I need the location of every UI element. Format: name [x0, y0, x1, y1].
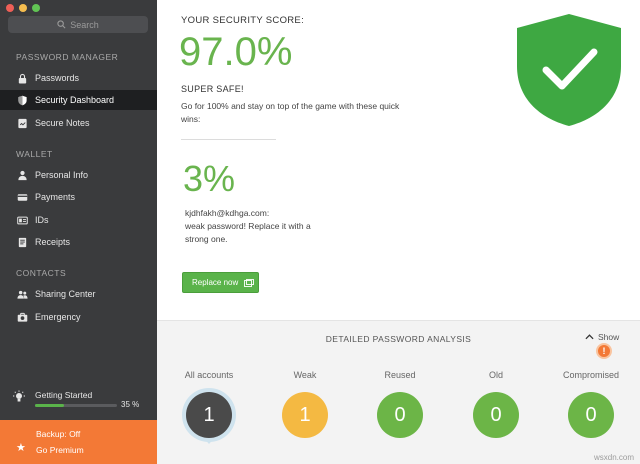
star-icon: ★	[16, 442, 26, 454]
metric-count: 0	[473, 392, 519, 438]
analysis-title: DETAILED PASSWORD ANALYSIS	[325, 334, 472, 344]
watermark: wsxdn.com	[593, 453, 634, 462]
security-status: SUPER SAFE!	[181, 84, 244, 94]
window-icon	[244, 278, 255, 287]
sidebar-item-label: Passwords	[35, 73, 80, 83]
metric-weak[interactable]: Weak 1	[265, 370, 345, 438]
person-icon	[16, 169, 28, 181]
metric-label: Reused	[384, 370, 416, 380]
metric-count: 1	[186, 392, 232, 438]
sidebar-item-label: Emergency	[35, 312, 81, 322]
metric-count: 0	[568, 392, 614, 438]
sidebar-item-label: Personal Info	[35, 170, 89, 180]
people-icon	[16, 288, 28, 300]
sidebar-item-label: Payments	[35, 192, 76, 202]
progress-fill	[35, 404, 64, 407]
sidebar-item-passwords[interactable]: Passwords	[0, 68, 157, 88]
sidebar-item-security-dashboard[interactable]: Security Dashboard	[0, 90, 157, 110]
id-card-icon	[16, 214, 28, 226]
metric-reused[interactable]: Reused 0	[360, 370, 440, 438]
sidebar-item-secure-notes[interactable]: Secure Notes	[0, 113, 157, 133]
sidebar-item-label: IDs	[35, 215, 49, 225]
show-label: Show	[598, 332, 620, 342]
lock-icon	[16, 72, 28, 84]
section-wallet: WALLET	[16, 149, 53, 159]
zoom-window-button[interactable]	[32, 4, 40, 12]
quick-win-message: weak password! Replace it with a strong …	[185, 221, 311, 244]
metric-label: Compromised	[562, 370, 620, 380]
quick-win-percent: 3%	[183, 158, 236, 199]
getting-started-progress-bar	[35, 404, 117, 407]
receipt-icon	[16, 236, 28, 248]
sidebar-item-ids[interactable]: IDs	[0, 210, 157, 230]
main-content: YOUR SECURITY SCORE: 97.0% SUPER SAFE! G…	[157, 0, 640, 464]
divider	[181, 139, 276, 140]
security-score-value: 97.0%	[179, 30, 293, 74]
backup-status: Backup: Off	[36, 429, 81, 439]
getting-started[interactable]: Getting Started 35 %	[0, 384, 157, 420]
sidebar-item-receipts[interactable]: Receipts	[0, 232, 157, 252]
sidebar-item-sharing-center[interactable]: Sharing Center	[0, 284, 157, 304]
metric-label: Old	[488, 370, 503, 380]
section-password-manager: PASSWORD MANAGER	[16, 52, 119, 62]
show-toggle[interactable]: Show	[585, 332, 619, 342]
metric-compromised[interactable]: Compromised 0	[551, 370, 631, 438]
metric-label: Weak	[293, 370, 317, 380]
getting-started-percent: 35 %	[121, 400, 140, 409]
alert-badge-icon[interactable]: !	[596, 343, 612, 359]
chevron-up-icon	[585, 334, 594, 340]
sidebar-item-label: Sharing Center	[35, 289, 96, 299]
metric-count: 0	[377, 392, 423, 438]
go-premium-button[interactable]: Backup: Off ★ Go Premium	[0, 420, 157, 464]
sidebar-item-emergency[interactable]: Emergency	[0, 307, 157, 327]
getting-started-label: Getting Started	[35, 390, 93, 400]
metric-label: All accounts	[184, 370, 234, 380]
password-analysis-panel: DETAILED PASSWORD ANALYSIS Show ! All ac…	[157, 320, 640, 464]
credit-card-icon	[16, 191, 28, 203]
lightbulb-icon	[13, 390, 25, 402]
section-contacts: CONTACTS	[16, 268, 67, 278]
quick-win-description: kjdhfakh@kdhga.com: weak password! Repla…	[185, 207, 315, 246]
search-input[interactable]: Search	[8, 16, 148, 33]
search-placeholder: Search	[70, 19, 99, 30]
metric-count: 1	[282, 392, 328, 438]
search-icon	[57, 20, 66, 29]
security-hint: Go for 100% and stay on top of the game …	[181, 101, 400, 124]
replace-now-label: Replace now	[192, 278, 239, 287]
sidebar-item-label: Secure Notes	[35, 118, 90, 128]
sidebar-item-payments[interactable]: Payments	[0, 187, 157, 207]
sidebar-item-label: Security Dashboard	[35, 95, 115, 105]
sidebar: Search PASSWORD MANAGER Passwords Securi…	[0, 0, 157, 464]
window-controls	[6, 4, 40, 12]
note-icon	[16, 117, 28, 129]
sidebar-item-label: Receipts	[35, 237, 71, 247]
shield-check-icon	[517, 14, 621, 126]
metric-all-accounts[interactable]: All accounts 1	[169, 370, 249, 444]
shield-icon	[16, 94, 28, 106]
close-window-button[interactable]	[6, 4, 14, 12]
metric-old[interactable]: Old 0	[456, 370, 536, 438]
go-premium-label: Go Premium	[36, 445, 84, 455]
replace-now-button[interactable]: Replace now	[182, 272, 259, 293]
sidebar-item-personal-info[interactable]: Personal Info	[0, 165, 157, 185]
quick-win-email: kjdhfakh@kdhga.com:	[185, 208, 270, 218]
emergency-icon	[16, 311, 28, 323]
minimize-window-button[interactable]	[19, 4, 27, 12]
security-score-label: YOUR SECURITY SCORE:	[181, 15, 305, 26]
